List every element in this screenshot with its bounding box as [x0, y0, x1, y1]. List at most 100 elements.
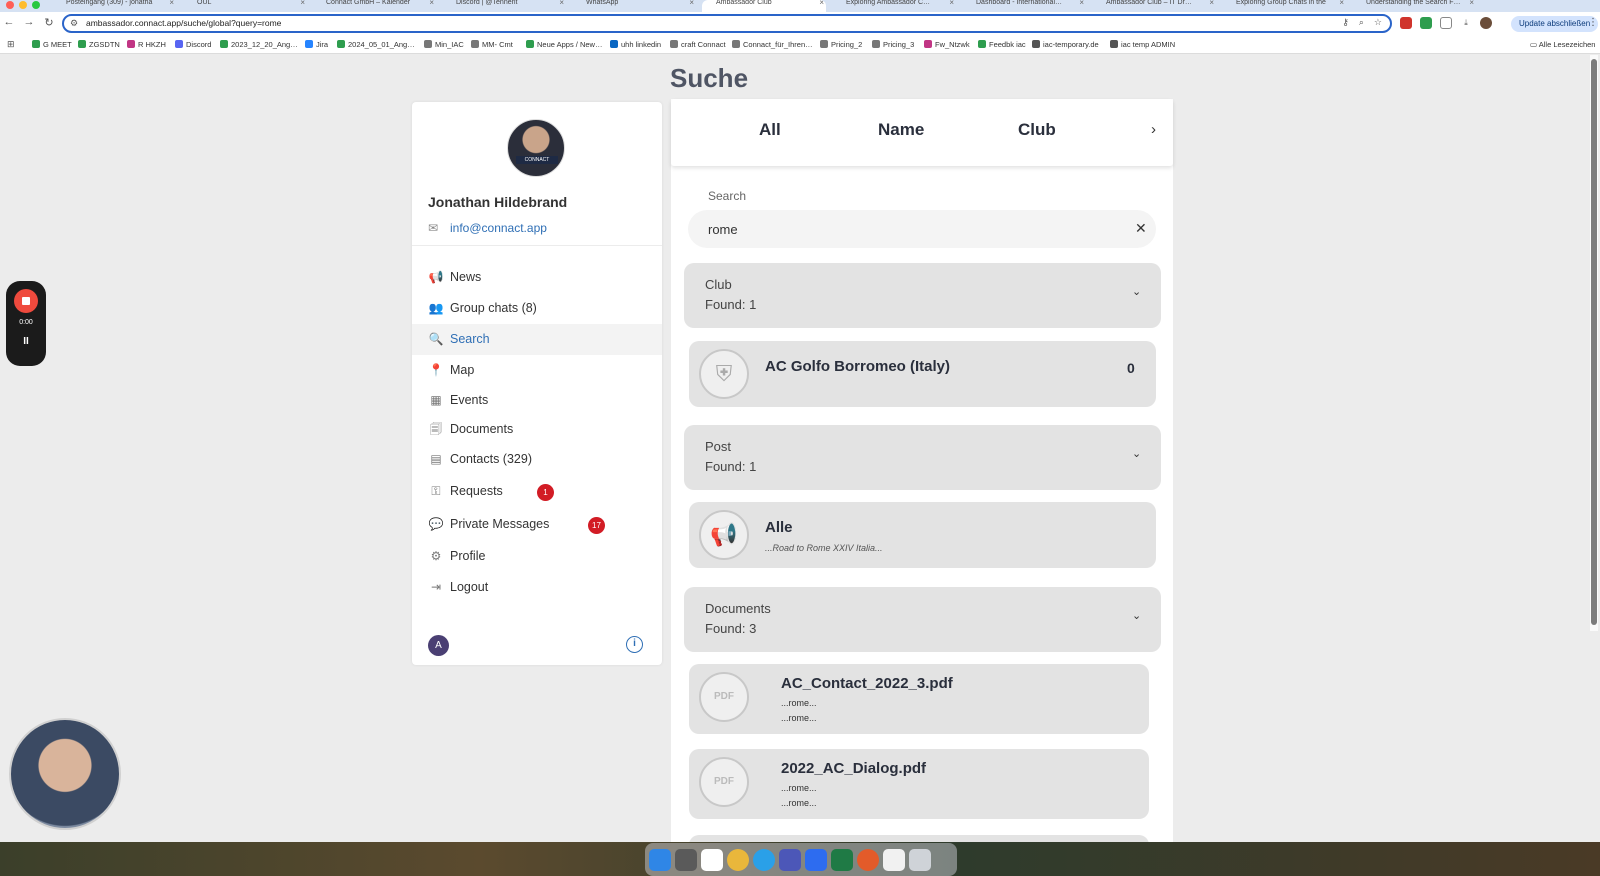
close-tab-icon[interactable]: ×	[1079, 0, 1084, 7]
bookmark-star-icon[interactable]: ☆	[1374, 17, 1382, 28]
all-bookmarks-button[interactable]: ▭ Alle Lesezeichen	[1530, 40, 1595, 49]
club-result-item[interactable]: ⛨ AC Golfo Borromeo (Italy) 0	[689, 341, 1156, 407]
page-scrollbar[interactable]	[1590, 55, 1598, 631]
sidebar-item-map[interactable]: 📍 Map	[412, 355, 662, 386]
browser-tab[interactable]: OUL ×	[183, 0, 307, 12]
bookmark-item[interactable]: Discord	[175, 40, 211, 49]
bookmark-item[interactable]: Pricing_2	[820, 40, 862, 49]
pause-recording-button[interactable]: II	[6, 336, 46, 347]
firefox-icon[interactable]	[857, 848, 879, 871]
sidebar-item-events[interactable]: ▦ Events	[412, 385, 662, 416]
browser-tab[interactable]: Discord | @Tennent ×	[442, 0, 566, 12]
bookmark-item[interactable]: 2024_05_01_Ang…	[337, 40, 415, 49]
safari-icon[interactable]	[753, 848, 775, 871]
chevron-down-icon[interactable]: ⌄	[1132, 285, 1141, 298]
address-bar[interactable]: ⚙ ambassador.connact.app/suche/global?qu…	[62, 14, 1392, 33]
bookmark-item[interactable]: iac-temporary.de	[1032, 40, 1099, 49]
address-url[interactable]: ambassador.connact.app/suche/global?quer…	[86, 18, 281, 28]
documents-app-icon[interactable]	[883, 848, 905, 871]
bookmark-item[interactable]: Feedbk iac	[978, 40, 1026, 49]
browser-tab[interactable]: Connact GmbH – Kalender ×	[312, 0, 436, 12]
sidebar-item-profile[interactable]: ⚙ Profile	[412, 541, 662, 572]
close-tab-icon[interactable]: ×	[429, 0, 434, 7]
tab-name[interactable]: Name	[878, 120, 924, 140]
browser-tab[interactable]: Ambassador Club – IT Dr… ×	[1092, 0, 1216, 12]
tab-all[interactable]: All	[759, 120, 781, 140]
post-result-item[interactable]: 📢 Alle ...Road to Rome XXIV Italia...	[689, 502, 1156, 568]
zoom-window-button[interactable]	[32, 1, 40, 9]
password-key-icon[interactable]: ⚷	[1342, 17, 1349, 28]
document-result-item[interactable]: PDF 2022_AC_Dialog.pdf ...rome... ...rom…	[689, 749, 1149, 819]
download-icon[interactable]: ⤓	[1460, 17, 1472, 29]
bookmark-item[interactable]: Connact_für_Ihren…	[732, 40, 813, 49]
group-club[interactable]: Club Found: 1 ⌄	[684, 263, 1161, 328]
close-tab-icon[interactable]: ×	[1339, 0, 1344, 7]
browser-tab[interactable]: Exploring Group Chats in the ×	[1222, 0, 1346, 12]
zoom-icon[interactable]: ⌕	[1359, 17, 1364, 28]
trash-icon[interactable]	[909, 848, 931, 871]
bookmark-item[interactable]: R HKZH	[127, 40, 166, 49]
reload-button[interactable]: ↻	[42, 16, 56, 29]
chevron-down-icon[interactable]: ⌄	[1132, 609, 1141, 622]
teams-icon[interactable]	[779, 848, 801, 871]
sidebar-item-contacts[interactable]: ▤ Contacts (329)	[412, 444, 662, 475]
tabs-next-chevron-icon[interactable]: ›	[1151, 121, 1156, 138]
close-tab-icon[interactable]: ×	[1209, 0, 1214, 7]
group-documents[interactable]: Documents Found: 3 ⌄	[684, 587, 1161, 652]
sidebar-item-requests[interactable]: ⚿ Requests 1	[412, 476, 662, 507]
bookmark-item[interactable]: craft Connact	[670, 40, 726, 49]
excel-icon[interactable]	[831, 848, 853, 871]
back-button[interactable]: ←	[2, 16, 16, 28]
browser-tab[interactable]: WhatsApp ×	[572, 0, 696, 12]
apps-grid-icon[interactable]: ⊞	[7, 39, 15, 50]
close-tab-icon[interactable]: ×	[1469, 0, 1474, 7]
launchpad-icon[interactable]	[675, 848, 697, 871]
document-result-item[interactable]: PDF AC_Contact_2022_3.pdf ...rome... ...…	[689, 664, 1149, 734]
browser-tab[interactable]: Dashboard - International… ×	[962, 0, 1086, 12]
extension-red-icon[interactable]	[1400, 17, 1412, 29]
site-settings-icon[interactable]: ⚙	[70, 18, 78, 29]
close-tab-icon[interactable]: ×	[949, 0, 954, 7]
bookmark-item[interactable]: Pricing_3	[872, 40, 914, 49]
close-tab-icon[interactable]: ×	[169, 0, 174, 7]
close-tab-icon[interactable]: ×	[689, 0, 694, 7]
tab-club[interactable]: Club	[1018, 120, 1056, 140]
zoom-app-icon[interactable]	[805, 848, 827, 871]
search-input[interactable]	[708, 219, 1108, 239]
app-logo-avatar[interactable]: A	[428, 635, 449, 656]
clear-search-icon[interactable]: ✕	[1135, 220, 1147, 237]
bookmark-item[interactable]: 2023_12_20_Ang…	[220, 40, 298, 49]
bookmark-item[interactable]: Jira	[305, 40, 328, 49]
bookmark-item[interactable]: Neue Apps / New…	[526, 40, 602, 49]
chevron-down-icon[interactable]: ⌄	[1132, 447, 1141, 460]
browser-tab[interactable]: Exploring Ambassador C… ×	[832, 0, 956, 12]
chrome-icon[interactable]	[727, 848, 749, 871]
browser-tab[interactable]: Posteingang (309) - jonatha ×	[52, 0, 176, 12]
bookmark-item[interactable]: Min_IAC	[424, 40, 464, 49]
sidebar-item-group-chats[interactable]: 👥 Group chats (8)	[412, 293, 662, 324]
browser-menu-icon[interactable]: ⋮	[1588, 17, 1598, 28]
forward-button[interactable]: →	[22, 16, 36, 28]
user-avatar[interactable]: CONNACT	[507, 119, 565, 177]
sidebar-item-private-messages[interactable]: 💬 Private Messages 17	[412, 509, 662, 540]
close-window-button[interactable]	[6, 1, 14, 9]
user-email-link[interactable]: ✉ info@connact.app	[428, 221, 547, 235]
calendar-app-icon[interactable]	[701, 848, 723, 871]
bookmark-item[interactable]: Fw_Ntzwk	[924, 40, 970, 49]
minimize-window-button[interactable]	[19, 1, 27, 9]
profile-avatar-icon[interactable]	[1480, 17, 1492, 29]
finder-icon[interactable]	[649, 848, 671, 871]
stop-recording-button[interactable]	[14, 289, 38, 313]
update-browser-button[interactable]: Update abschließen	[1511, 16, 1599, 32]
sidebar-item-documents[interactable]: 🗐 Documents	[412, 414, 662, 445]
browser-tab[interactable]: Understanding the Search F… ×	[1352, 0, 1476, 12]
close-tab-icon[interactable]: ×	[300, 0, 305, 7]
extensions-puzzle-icon[interactable]	[1440, 17, 1452, 29]
bookmark-item[interactable]: uhh linkedin	[610, 40, 661, 49]
scrollbar-thumb[interactable]	[1591, 59, 1597, 625]
browser-tab[interactable]: Ambassador Club ×	[702, 0, 826, 12]
close-tab-icon[interactable]: ×	[819, 0, 824, 7]
bookmark-item[interactable]: MM- Cmt	[471, 40, 513, 49]
extension-green-icon[interactable]	[1420, 17, 1432, 29]
sidebar-item-logout[interactable]: ⇥ Logout	[412, 572, 662, 603]
